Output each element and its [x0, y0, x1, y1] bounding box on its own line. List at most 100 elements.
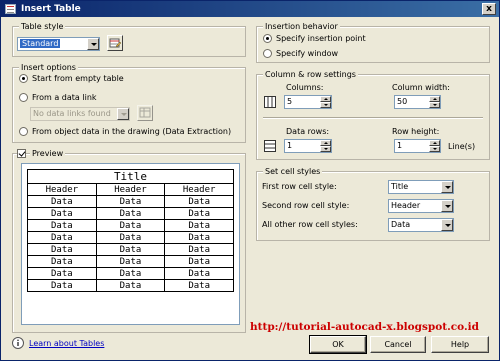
data-link-select: No data links found [30, 107, 130, 121]
other-rows-style-value: Data [391, 220, 411, 229]
other-rows-style-label: All other row cell styles: [262, 220, 358, 229]
chevron-down-icon[interactable] [441, 181, 453, 193]
cancel-button[interactable]: Cancel [370, 336, 426, 353]
column-row-legend: Column & row settings [263, 69, 358, 80]
second-row-style-select[interactable]: Header [388, 199, 454, 213]
preview-data-cell: Data [27, 207, 97, 220]
preview-data-cell: Data [95, 219, 166, 232]
preview-label[interactable]: Preview [30, 149, 66, 159]
preview-header-row: Header Header Header [27, 183, 234, 196]
insert-table-dialog: Insert Table x Table style Standard Inse… [0, 0, 500, 361]
data-link-label[interactable]: From a data link [32, 93, 97, 103]
preview-data-cell: Data [164, 219, 234, 232]
insertion-behavior-legend: Insertion behavior [263, 21, 340, 32]
table-style-dialog-icon [109, 38, 122, 48]
object-data-label[interactable]: From object data in the drawing (Data Ex… [32, 127, 231, 137]
start-empty-label[interactable]: Start from empty table [32, 74, 124, 84]
data-link-icon [139, 107, 151, 118]
columns-icon [264, 96, 276, 108]
title-bar[interactable]: Insert Table x [1, 1, 499, 17]
table-style-legend: Table style [19, 21, 66, 32]
preview-data-cell: Data [27, 219, 97, 232]
preview-data-cell: Data [164, 267, 234, 280]
table-style-select[interactable]: Standard [17, 37, 100, 51]
preview-data-cell: Data [27, 255, 97, 268]
preview-data-row: Data Data Data [27, 195, 234, 208]
spin-down-icon[interactable] [320, 102, 331, 108]
info-icon [12, 337, 24, 349]
spin-down-icon[interactable] [429, 102, 440, 108]
row-height-label: Row height: [392, 127, 440, 136]
preview-data-cell: Data [27, 267, 97, 280]
first-row-style-label: First row cell style: [262, 182, 337, 191]
lines-unit-label: Line(s) [448, 142, 476, 151]
insert-options-legend: Insert options [19, 62, 78, 73]
table-style-value: Standard [20, 39, 61, 48]
preview-data-cell: Data [27, 231, 97, 244]
data-rows-input[interactable]: 1 [284, 139, 332, 153]
col-row-divider [263, 117, 483, 119]
preview-data-cell: Data [95, 279, 166, 292]
chevron-down-icon [117, 108, 129, 120]
preview-data-cell: Data [27, 195, 97, 208]
columns-value: 5 [287, 97, 293, 106]
cell-styles-legend: Set cell styles [263, 166, 323, 177]
other-rows-style-select[interactable]: Data [388, 218, 454, 232]
close-button[interactable]: x [482, 3, 496, 15]
preview-data-cell: Data [95, 207, 166, 220]
preview-data-cell: Data [95, 231, 166, 244]
start-empty-radio[interactable] [19, 74, 28, 83]
preview-data-row: Data Data Data [27, 255, 234, 268]
preview-data-row: Data Data Data [27, 219, 234, 232]
preview-data-row: Data Data Data [27, 267, 234, 280]
column-width-value: 50 [397, 97, 408, 106]
row-height-value: 1 [397, 141, 403, 150]
spin-down-icon[interactable] [429, 146, 440, 152]
preview-table: Title Header Header Header Data Data Data … [27, 169, 234, 292]
table-preview: Title Header Header Header Data Data Data … [21, 163, 240, 325]
second-row-style-label: Second row cell style: [262, 201, 350, 210]
preview-title-cell: Title [27, 169, 234, 184]
chevron-down-icon[interactable] [87, 38, 99, 50]
preview-data-cell: Data [164, 243, 234, 256]
preview-data-cell: Data [95, 243, 166, 256]
preview-header-cell: Header [95, 183, 166, 196]
table-app-icon [5, 4, 16, 14]
chevron-down-icon[interactable] [441, 200, 453, 212]
preview-data-cell: Data [164, 255, 234, 268]
data-link-manager-button [137, 105, 153, 121]
specify-point-radio[interactable] [263, 34, 272, 43]
launch-table-style-button[interactable] [107, 35, 123, 51]
first-row-style-select[interactable]: Title [388, 180, 454, 194]
learn-about-tables-link[interactable]: Learn about Tables [29, 339, 104, 348]
ok-button[interactable]: OK [309, 335, 367, 354]
preview-data-cell: Data [164, 231, 234, 244]
columns-label: Columns: [286, 83, 324, 92]
preview-data-row: Data Data Data [27, 207, 234, 220]
preview-data-cell: Data [95, 267, 166, 280]
preview-header-cell: Header [27, 183, 97, 196]
column-width-label: Column width: [392, 83, 450, 92]
object-data-radio[interactable] [19, 127, 28, 136]
data-link-value: No data links found [33, 109, 111, 118]
dialog-title: Insert Table [21, 4, 81, 14]
column-width-input[interactable]: 50 [394, 95, 441, 109]
chevron-down-icon[interactable] [441, 219, 453, 231]
spin-down-icon[interactable] [320, 146, 331, 152]
data-link-radio[interactable] [19, 93, 28, 102]
data-rows-value: 1 [287, 141, 293, 150]
second-row-style-value: Header [391, 201, 421, 210]
preview-header-cell: Header [164, 183, 234, 196]
columns-input[interactable]: 5 [284, 95, 332, 109]
specify-point-label[interactable]: Specify insertion point [276, 34, 366, 44]
specify-window-radio[interactable] [263, 49, 272, 58]
data-rows-label: Data rows: [286, 127, 330, 136]
preview-data-cell: Data [27, 243, 97, 256]
preview-title-row: Title [27, 169, 234, 184]
help-button[interactable]: Help [431, 336, 489, 353]
preview-data-row: Data Data Data [27, 231, 234, 244]
preview-checkbox[interactable] [17, 149, 26, 158]
row-height-input[interactable]: 1 [394, 139, 441, 153]
specify-window-label[interactable]: Specify window [276, 49, 338, 59]
preview-data-cell: Data [164, 195, 234, 208]
